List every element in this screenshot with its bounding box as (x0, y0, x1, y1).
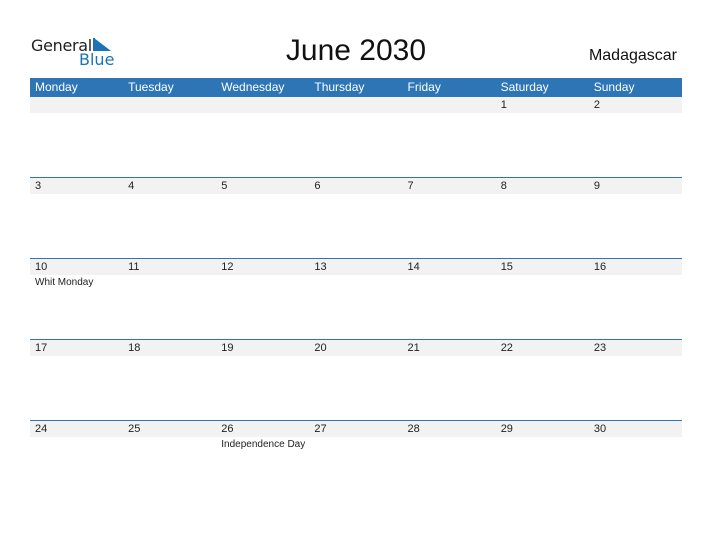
day-cell: 15 (496, 259, 589, 340)
day-cell (309, 97, 402, 178)
day-number: 12 (221, 261, 234, 273)
day-cell: 2 (589, 97, 682, 178)
day-cell (123, 97, 216, 178)
day-cell: 19 (216, 340, 309, 421)
day-number: 1 (500, 99, 507, 111)
day-cell: 26 Independence Day (216, 421, 309, 502)
day-cell (30, 97, 123, 178)
day-cell: 18 (123, 340, 216, 421)
day-number: 24 (35, 423, 48, 435)
day-cell: 21 (403, 340, 496, 421)
holiday-label: Independence Day (221, 439, 306, 450)
week-row: 24 25 26 Independence Day 27 28 29 30 (30, 420, 682, 502)
weekday-saturday: Saturday (500, 80, 549, 94)
day-cell: 16 (589, 259, 682, 340)
day-number: 26 (221, 423, 234, 435)
day-cell: 1 (496, 97, 589, 178)
day-number: 25 (128, 423, 141, 435)
day-cell: 30 (589, 421, 682, 502)
day-number: 2 (593, 99, 600, 111)
day-number: 7 (407, 180, 414, 192)
day-number: 4 (128, 180, 135, 192)
day-number: 13 (314, 261, 327, 273)
day-cell: 13 (309, 259, 402, 340)
day-cell: 24 (30, 421, 123, 502)
week-row: 17 18 19 20 21 22 23 (30, 339, 682, 421)
week-row: 3 4 5 6 7 8 9 (30, 177, 682, 259)
weekday-sunday: Sunday (593, 80, 635, 94)
day-number: 28 (407, 423, 420, 435)
day-number: 29 (500, 423, 513, 435)
day-number: 3 (35, 180, 42, 192)
day-cell: 7 (403, 178, 496, 259)
day-cell: 28 (403, 421, 496, 502)
day-number: 20 (314, 342, 327, 354)
day-cell (216, 97, 309, 178)
day-number: 22 (500, 342, 513, 354)
week-row: 12 (30, 97, 682, 178)
day-cell: 23 (589, 340, 682, 421)
day-number: 5 (221, 180, 228, 192)
day-cell: 17 (30, 340, 123, 421)
weekday-wednesday: Wednesday (221, 80, 285, 94)
day-cell: 3 (30, 178, 123, 259)
country-label: Madagascar (588, 47, 677, 64)
day-cell: 14 (403, 259, 496, 340)
day-number: 14 (407, 261, 420, 273)
day-cell: 5 (216, 178, 309, 259)
day-number: 16 (593, 261, 607, 273)
day-number: 10 (35, 261, 48, 273)
day-cell: 8 (496, 178, 589, 259)
day-number: 27 (314, 423, 327, 435)
weekday-friday: Friday (407, 80, 441, 94)
day-cell: 25 (123, 421, 216, 502)
day-cell: 9 (589, 178, 682, 259)
day-number: 19 (221, 342, 234, 354)
holiday-label: Whit Monday (35, 277, 94, 288)
day-cell: 20 (309, 340, 402, 421)
day-number: 18 (128, 342, 141, 354)
day-number: 8 (500, 180, 507, 192)
day-cell: 11 (123, 259, 216, 340)
day-number: 17 (35, 342, 48, 354)
day-cell: 6 (309, 178, 402, 259)
day-number: 21 (407, 342, 420, 354)
day-number: 30 (593, 423, 607, 435)
day-number: 11 (128, 261, 140, 273)
weekday-thursday: Thursday (314, 80, 365, 94)
day-number: 23 (593, 342, 607, 354)
week-row: 10 Whit Monday 11 12 13 14 15 16 (30, 258, 682, 340)
day-cell: 29 (496, 421, 589, 502)
weekday-tuesday: Tuesday (128, 80, 174, 94)
day-cell (403, 97, 496, 178)
weekday-header: Monday Tuesday Wednesday Thursday Friday… (30, 78, 682, 97)
day-cell: 12 (216, 259, 309, 340)
day-number: 6 (314, 180, 321, 192)
day-number: 9 (593, 180, 600, 192)
day-cell: 4 (123, 178, 216, 259)
day-number: 15 (500, 261, 513, 273)
weekday-monday: Monday (35, 80, 78, 94)
day-cell: 10 Whit Monday (30, 259, 123, 340)
day-cell: 27 (309, 421, 402, 502)
day-cell: 22 (496, 340, 589, 421)
